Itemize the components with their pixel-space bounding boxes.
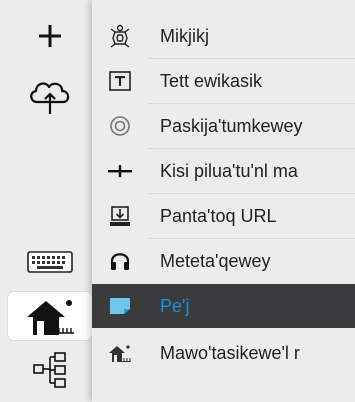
headphones-icon	[96, 250, 144, 272]
menu-item-meteta-qewey[interactable]: Meteta'qewey	[92, 239, 355, 283]
menu-item-label: Mikjikj	[160, 25, 209, 46]
menu-item-tett-ewikasik[interactable]: Tett ewikasik	[92, 59, 355, 103]
text-box-icon	[96, 71, 144, 91]
cloud-upload-icon	[30, 82, 70, 114]
menu-item-label: Paskija'tumkewey	[160, 115, 303, 136]
menu-item-label: Meteta'qewey	[160, 250, 271, 271]
ruler-icon	[96, 164, 144, 178]
menu-item-mikjikj[interactable]: Mikjikj	[92, 14, 355, 58]
sidebar	[0, 0, 96, 402]
menu-item-label: Tett ewikasik	[160, 70, 263, 91]
menu-item-label: Pe'j	[160, 295, 190, 316]
note-icon	[96, 297, 144, 315]
menu-item-kisi-pilua[interactable]: Kisi pilua'tu'nl ma	[92, 149, 355, 193]
target-icon	[96, 115, 144, 137]
turtle-icon	[96, 24, 144, 48]
menu-item-panta-toq-url[interactable]: Panta'toq URL	[92, 194, 355, 238]
keyboard-icon	[27, 251, 73, 273]
plus-icon	[39, 25, 61, 47]
home-button[interactable]	[8, 292, 92, 340]
menu-item-paskija-tumkewey[interactable]: Paskija'tumkewey	[92, 104, 355, 148]
dropdown-menu: Mikjikj Tett ewikasik Paskija'tumkewey K…	[92, 0, 355, 402]
home-small-icon	[96, 343, 144, 363]
menu-item-label: Panta'toq URL	[160, 205, 277, 226]
cloud-upload-button[interactable]	[8, 72, 92, 120]
add-button[interactable]	[8, 12, 92, 60]
home-icon	[27, 300, 74, 335]
sitemap-icon	[33, 352, 66, 388]
menu-item-label: Kisi pilua'tu'nl ma	[160, 160, 298, 181]
menu-item-label: Mawo'tasikewe'l r	[160, 342, 300, 363]
menu-item-mawo-tasikewe[interactable]: Mawo'tasikewe'l r	[92, 331, 355, 375]
menu-item-pe-j[interactable]: Pe'j	[92, 284, 355, 328]
download-icon	[96, 204, 144, 228]
keyboard-button[interactable]	[8, 238, 92, 286]
sitemap-button[interactable]	[8, 346, 92, 394]
